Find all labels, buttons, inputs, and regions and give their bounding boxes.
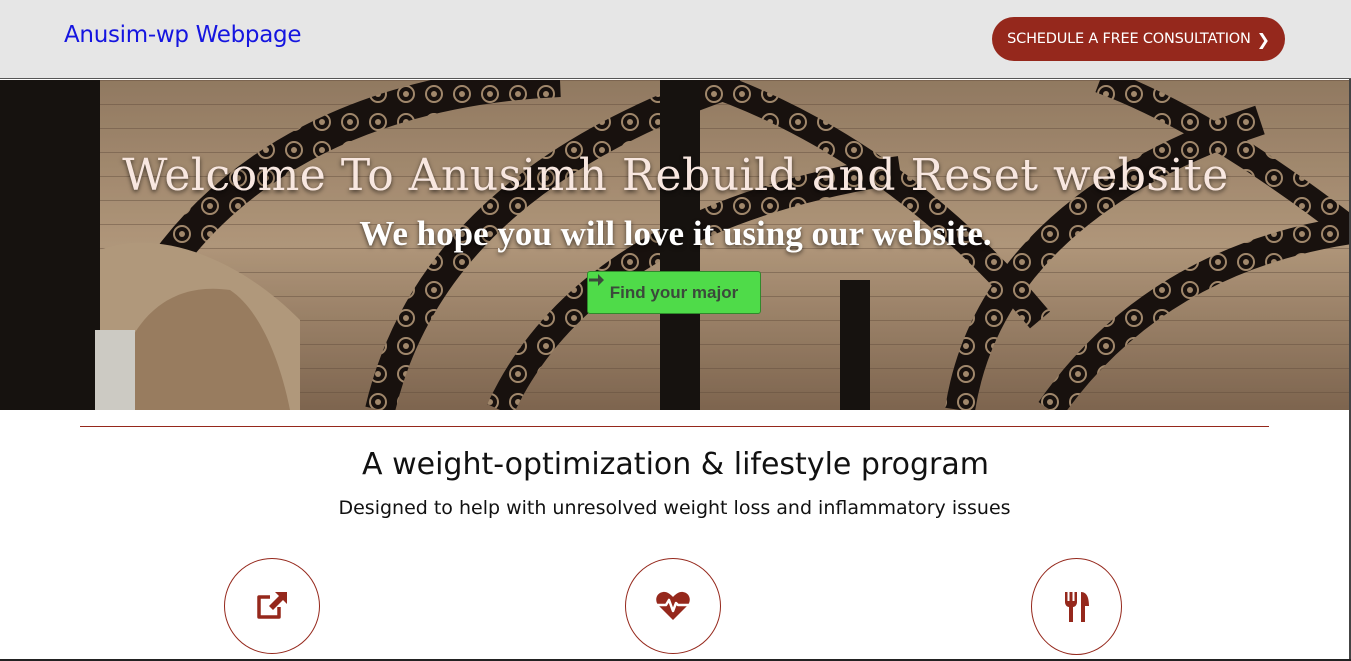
brand-link[interactable]: Anusim-wp Webpage	[64, 22, 301, 48]
cta-label: SCHEDULE A FREE CONSULTATION	[1007, 31, 1251, 47]
schedule-consultation-button[interactable]: SCHEDULE A FREE CONSULTATION ❯	[992, 17, 1285, 61]
hero-banner: Welcome To Anusimh Rebuild and Reset web…	[0, 80, 1351, 410]
find-button-label: Find your major	[609, 282, 739, 302]
external-link-icon	[257, 592, 287, 619]
site-header: Anusim-wp Webpage SCHEDULE A FREE CONSUL…	[0, 0, 1351, 79]
chevron-right-icon: ❯	[1256, 29, 1270, 49]
feature-utensils[interactable]	[1031, 558, 1122, 655]
feature-heartbeat[interactable]	[625, 558, 721, 654]
hero-title: Welcome To Anusimh Rebuild and Reset web…	[122, 150, 1229, 201]
find-your-major-button[interactable]: Find your major	[587, 271, 761, 314]
program-title: A weight-optimization & lifestyle progra…	[362, 447, 989, 482]
utensils-icon	[1064, 591, 1089, 622]
arrow-right-icon	[589, 274, 604, 286]
heartbeat-icon	[656, 591, 690, 620]
hero-subtitle: We hope you will love it using our websi…	[359, 214, 992, 253]
section-divider	[80, 426, 1269, 427]
feature-external-link[interactable]	[224, 558, 320, 654]
program-subtitle: Designed to help with unresolved weight …	[338, 497, 1011, 519]
